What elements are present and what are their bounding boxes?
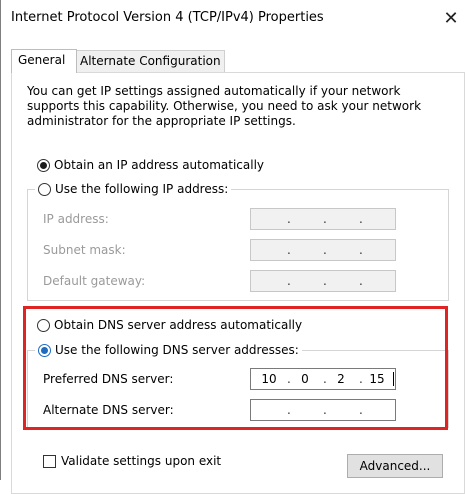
default-gateway-label: Default gateway: — [43, 274, 146, 288]
subnet-mask-field[interactable]: . . . — [250, 239, 396, 261]
dns-highlight-box — [23, 306, 448, 430]
obtain-ip-automatically-radio[interactable]: Obtain an IP address automatically — [37, 158, 264, 172]
description-text: You can get IP settings assigned automat… — [27, 84, 422, 128]
close-icon[interactable]: ✕ — [437, 4, 465, 32]
ip-address-label: IP address: — [43, 212, 109, 226]
ip-address-field[interactable]: . . . — [250, 208, 396, 230]
subnet-mask-label: Subnet mask: — [43, 243, 126, 257]
checkbox-indicator — [43, 454, 56, 468]
tab-general[interactable]: General — [11, 49, 77, 73]
validate-settings-label: Validate settings upon exit — [61, 454, 222, 468]
obtain-ip-automatically-label: Obtain an IP address automatically — [54, 158, 265, 172]
radio-indicator — [37, 158, 50, 172]
radio-indicator — [38, 182, 51, 196]
title-bar: Internet Protocol Version 4 (TCP/IPv4) P… — [1, 0, 472, 38]
use-following-ip-radio[interactable]: Use the following IP address: — [35, 182, 232, 196]
advanced-button[interactable]: Advanced... — [347, 454, 443, 478]
ipv4-properties-dialog: Internet Protocol Version 4 (TCP/IPv4) P… — [0, 0, 472, 494]
validate-settings-checkbox[interactable]: Validate settings upon exit — [43, 454, 221, 468]
tab-alternate-configuration[interactable]: Alternate Configuration — [73, 50, 225, 73]
use-following-ip-label: Use the following IP address: — [55, 182, 229, 196]
window-title: Internet Protocol Version 4 (TCP/IPv4) P… — [11, 10, 324, 25]
default-gateway-field[interactable]: . . . — [250, 270, 396, 292]
